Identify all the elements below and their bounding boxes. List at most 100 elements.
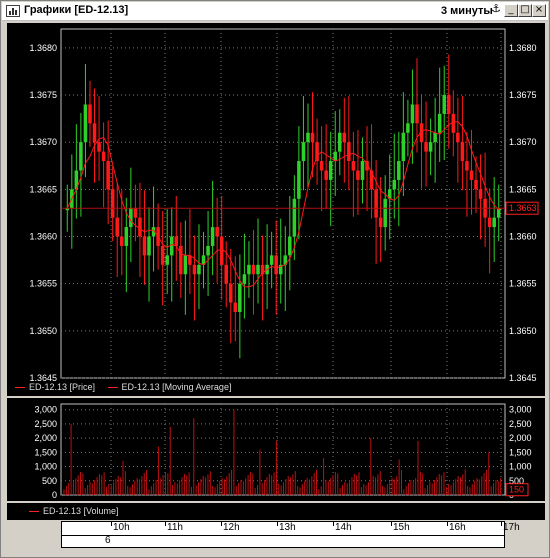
candle-body	[369, 170, 374, 190]
candle-body	[328, 161, 333, 180]
candle-body	[410, 104, 415, 124]
candle-body	[169, 236, 174, 256]
candle-body	[138, 217, 142, 237]
candle-body	[301, 142, 306, 162]
candle-body	[437, 113, 442, 133]
candle-body	[374, 189, 378, 218]
volume-legend-bar: ED-12.13 [Volume]	[7, 503, 545, 520]
price-chart[interactable]: 1.3680 1.3680 1.3675 1.3675 1.3670 1.3670 1.36…	[7, 23, 545, 396]
volume-chart[interactable]: 3,000 3,000 2,500 2,500 2,000 2,000 1,500 1,500…	[7, 398, 545, 501]
candle-body	[465, 161, 469, 171]
candle-body	[474, 179, 478, 190]
volume-tick-label-left: 3,000	[34, 405, 57, 415]
candle-body	[292, 198, 297, 237]
anchor-icon[interactable]: ⚓	[489, 3, 503, 17]
candle-body	[492, 217, 496, 228]
maximize-button[interactable]: □	[518, 4, 532, 17]
interval-label[interactable]: 3 минуты	[441, 5, 493, 17]
hour-tick	[221, 521, 222, 526]
candle-body	[433, 132, 437, 143]
candle-body	[165, 255, 169, 265]
candle-body	[79, 142, 83, 171]
hour-tick	[111, 521, 112, 526]
price-tick-label-right: 1.3675	[509, 90, 537, 100]
hour-label: 17h	[503, 522, 520, 533]
candle-body	[174, 236, 179, 246]
candle-body	[192, 264, 197, 275]
volume-tick-label-right: 2,500	[509, 419, 532, 429]
chart-app-icon	[6, 5, 20, 17]
candle-body	[101, 151, 106, 162]
volume-chart-panel[interactable]: 3,000 3,000 2,500 2,500 2,000 2,000 1,500 1,500…	[7, 398, 545, 501]
candle-body	[269, 255, 274, 265]
candle-body	[142, 236, 147, 256]
volume-tick-label-left: 0	[52, 490, 57, 500]
candle-body	[229, 283, 233, 303]
last-price-tag: 1.3663	[509, 203, 537, 213]
price-tick-label-left: 1.3655	[29, 279, 57, 289]
candle-body	[251, 264, 256, 275]
price-chart-panel[interactable]: 1.3680 1.3680 1.3675 1.3675 1.3670 1.3670 1.36…	[7, 23, 545, 396]
candle-body	[124, 227, 129, 246]
volume-tick-label-right: 1,000	[509, 462, 532, 472]
candle-body	[478, 189, 483, 199]
volume-tick-label-left: 2,000	[34, 433, 57, 443]
candle-body	[456, 132, 460, 143]
minimize-button[interactable]: _	[504, 4, 518, 17]
candle-body	[415, 104, 419, 124]
price-tick-label-left: 1.3660	[29, 232, 57, 242]
price-legend: ED-12.13 [Price] ED-12.13 [Moving Averag…	[15, 382, 231, 392]
candle-body	[424, 142, 428, 152]
candle-body	[442, 95, 446, 114]
last-volume-tag: 150	[509, 485, 524, 495]
close-button[interactable]: ×	[532, 4, 546, 17]
candle-body	[215, 227, 219, 237]
candle-body	[469, 170, 474, 180]
day-label: 6	[105, 535, 111, 546]
day-scale	[61, 535, 505, 548]
candle-body	[428, 142, 433, 152]
price-tick-label-right: 1.3645	[509, 373, 537, 383]
volume-legend-swatch	[29, 511, 39, 513]
price-tick-label-left: 1.3670	[29, 137, 57, 147]
candle-body	[306, 132, 310, 143]
time-axis[interactable]: 10h 11h 12h 13h 14h 15h 16h 17h 6	[7, 521, 545, 553]
hour-label: 10h	[113, 522, 130, 533]
candle-body	[451, 113, 456, 133]
volume-legend: ED-12.13 [Volume]	[29, 506, 119, 516]
price-tick-label-left: 1.3665	[29, 184, 57, 194]
candle-body	[83, 104, 88, 143]
candle-body	[397, 161, 401, 180]
candle-body	[179, 245, 183, 275]
volume-tick-label-left: 1,000	[34, 462, 57, 472]
candle-body	[224, 264, 228, 284]
candle-body	[160, 245, 165, 265]
candle-body	[383, 198, 387, 228]
candle-body	[460, 142, 465, 162]
hour-label: 11h	[167, 522, 183, 533]
price-legend-swatch	[15, 387, 25, 389]
candle-body	[351, 161, 356, 171]
window-title: Графики [ED-12.13]	[24, 4, 129, 16]
candle-body	[115, 217, 119, 237]
price-tick-label-right: 1.3655	[509, 279, 537, 289]
candle-body	[242, 274, 247, 284]
price-tick-label-left: 1.3650	[29, 326, 57, 336]
price-tick-label-right: 1.3680	[509, 43, 537, 53]
candle-body	[147, 236, 151, 256]
candle-body	[392, 179, 397, 190]
volume-tick-label-right: 1,500	[509, 447, 532, 457]
hour-tick	[333, 521, 334, 526]
hour-tick	[391, 521, 392, 526]
hour-label: 12h	[223, 522, 240, 533]
volume-tick-label-left: 500	[42, 476, 57, 486]
candle-body	[347, 142, 351, 162]
candle-body	[406, 123, 410, 133]
title-bar[interactable]: Графики [ED-12.13] 3 минуты ⚓ _ □ ×	[2, 2, 548, 21]
hour-tick	[165, 521, 166, 526]
price-tick-label-right: 1.3665	[509, 184, 537, 194]
candle-body	[378, 217, 383, 228]
candle-body	[110, 189, 115, 218]
price-tick-label-right: 1.3660	[509, 232, 537, 242]
candle-body	[233, 302, 238, 312]
